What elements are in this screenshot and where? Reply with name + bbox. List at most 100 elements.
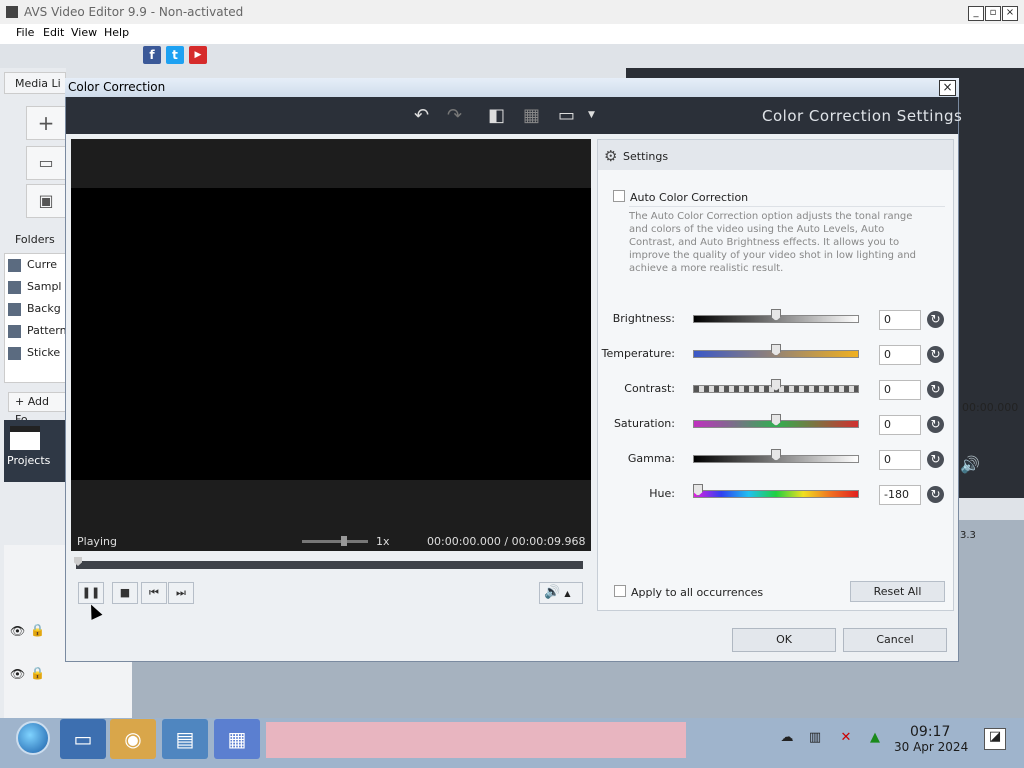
chevron-down-icon[interactable]: ▼	[588, 110, 595, 120]
folder-item[interactable]: Sampl	[8, 280, 61, 294]
apply-to-all-checkbox[interactable]	[614, 585, 626, 597]
timeline-ruler-label: 3.3	[960, 530, 976, 541]
menubar	[0, 24, 1024, 44]
reset-all-button[interactable]: Reset All	[850, 581, 945, 602]
add-media-button[interactable]: +	[26, 106, 66, 140]
menu-view[interactable]: View	[71, 26, 97, 39]
pause-button[interactable]: ❚❚	[78, 582, 104, 604]
close-button[interactable]: ×	[1002, 6, 1018, 21]
media-library-tab[interactable]: Media Li	[4, 72, 66, 94]
brightness-reset-icon[interactable]: ↻	[927, 311, 944, 328]
clipboard-icon[interactable]: ▥	[807, 730, 823, 746]
auto-color-correction-checkbox[interactable]	[613, 190, 625, 202]
video-frame	[71, 188, 591, 480]
facebook-icon[interactable]: f	[143, 46, 161, 64]
lock-icon[interactable]: 🔒	[30, 666, 45, 680]
network-disabled-icon[interactable]: ✕	[838, 730, 854, 746]
auto-color-correction-description: The Auto Color Correction option adjusts…	[629, 211, 917, 274]
screen-capture-icon[interactable]: ▣	[26, 184, 66, 218]
gear-icon: ⚙	[604, 147, 618, 165]
speed-slider-knob[interactable]	[341, 536, 347, 546]
maximize-button[interactable]: ▫	[985, 6, 1001, 21]
gamma-value[interactable]: 0	[879, 450, 921, 470]
playback-status: Playing	[77, 535, 117, 548]
folder-icon	[8, 280, 21, 294]
saturation-label: Saturation:	[613, 417, 675, 430]
undo-icon[interactable]: ↶	[414, 105, 429, 126]
split-view-icon[interactable]: ◧	[488, 105, 505, 126]
folder-icon	[8, 302, 21, 316]
contrast-label: Contrast:	[624, 382, 675, 395]
stop-button[interactable]: ■	[112, 582, 138, 604]
folder-icon	[8, 258, 21, 272]
notifications-icon[interactable]: ◪	[984, 728, 1006, 750]
speed-slider[interactable]	[302, 540, 368, 543]
video-editor-task-icon[interactable]: ▦	[214, 719, 260, 759]
lock-icon[interactable]: 🔒	[30, 623, 45, 637]
brightness-value[interactable]: 0	[879, 310, 921, 330]
chevron-up-icon[interactable]: ▲	[564, 589, 570, 598]
firefox-icon[interactable]: ◉	[110, 719, 156, 759]
gamma-reset-icon[interactable]: ↻	[927, 451, 944, 468]
projects-button[interactable]: Projects	[4, 420, 66, 482]
folder-list	[4, 253, 66, 383]
start-button[interactable]	[16, 721, 50, 755]
menu-edit[interactable]: Edit	[43, 26, 64, 39]
previous-frame-button[interactable]: ⏮	[141, 582, 167, 604]
auto-color-correction-label: Auto Color Correction	[630, 191, 749, 204]
hue-slider[interactable]	[693, 490, 859, 498]
dialog-close-button[interactable]: ×	[939, 80, 956, 96]
file-manager-icon[interactable]: ▭	[60, 719, 106, 759]
cancel-button[interactable]: Cancel	[843, 628, 947, 652]
divider	[629, 206, 945, 207]
grid-icon[interactable]: ▦	[523, 105, 540, 126]
next-frame-button[interactable]: ⏭	[168, 582, 194, 604]
menu-file[interactable]: File	[16, 26, 34, 39]
clock-time: 09:17	[910, 724, 951, 740]
timecode: 00:00:00.000 / 00:00:09.968	[427, 535, 586, 548]
monitor-icon[interactable]: ▭	[558, 105, 575, 126]
hue-reset-icon[interactable]: ↻	[927, 486, 944, 503]
saturation-reset-icon[interactable]: ↻	[927, 416, 944, 433]
minimize-button[interactable]: _	[968, 6, 984, 21]
settings-label: Settings	[623, 150, 669, 163]
ok-button[interactable]: OK	[732, 628, 836, 652]
contrast-reset-icon[interactable]: ↻	[927, 381, 944, 398]
gamma-label: Gamma:	[627, 452, 675, 465]
redo-icon[interactable]: ↷	[447, 105, 462, 126]
folders-label: Folders	[15, 233, 55, 246]
brightness-label: Brightness:	[612, 312, 675, 325]
volume-icon[interactable]: 🔊	[960, 455, 980, 474]
clapper-icon	[10, 426, 40, 450]
folder-item[interactable]: Curre	[8, 258, 57, 272]
folder-icon	[8, 346, 21, 360]
saturation-value[interactable]: 0	[879, 415, 921, 435]
temperature-value[interactable]: 0	[879, 345, 921, 365]
folder-item[interactable]: Sticke	[8, 346, 60, 360]
folder-item[interactable]: Backg	[8, 302, 61, 316]
folder-icon	[8, 324, 21, 338]
preview-volume-button[interactable]: 🔊 ▲	[539, 582, 583, 604]
eye-icon[interactable]: 👁	[10, 667, 25, 681]
apply-to-all-label: Apply to all occurrences	[631, 586, 764, 599]
progress-bar[interactable]	[76, 561, 583, 569]
twitter-icon[interactable]: t	[166, 46, 184, 64]
dialog-titlebar	[65, 78, 959, 97]
add-folder-button[interactable]: + Add Fo	[8, 392, 66, 426]
speed-label: 1x	[376, 535, 390, 548]
hue-value[interactable]: -180	[879, 485, 921, 505]
youtube-icon[interactable]: ▶	[189, 46, 207, 64]
timeline-time: 00:00.000	[962, 401, 1019, 414]
menu-help[interactable]: Help	[104, 26, 129, 39]
eye-icon[interactable]: 👁	[10, 624, 25, 638]
contrast-value[interactable]: 0	[879, 380, 921, 400]
clock-date: 30 Apr 2024	[894, 740, 969, 754]
update-icon[interactable]: ▲	[867, 730, 883, 746]
video-capture-icon[interactable]: ▭	[26, 146, 66, 180]
taskbar-window[interactable]	[266, 722, 686, 758]
temperature-reset-icon[interactable]: ↻	[927, 346, 944, 363]
folder-item[interactable]: Pattern	[8, 324, 67, 338]
network-app-icon[interactable]: ▤	[162, 719, 208, 759]
settings-header-title: Color Correction Settings	[762, 107, 963, 125]
cloud-icon[interactable]: ☁	[779, 730, 795, 746]
